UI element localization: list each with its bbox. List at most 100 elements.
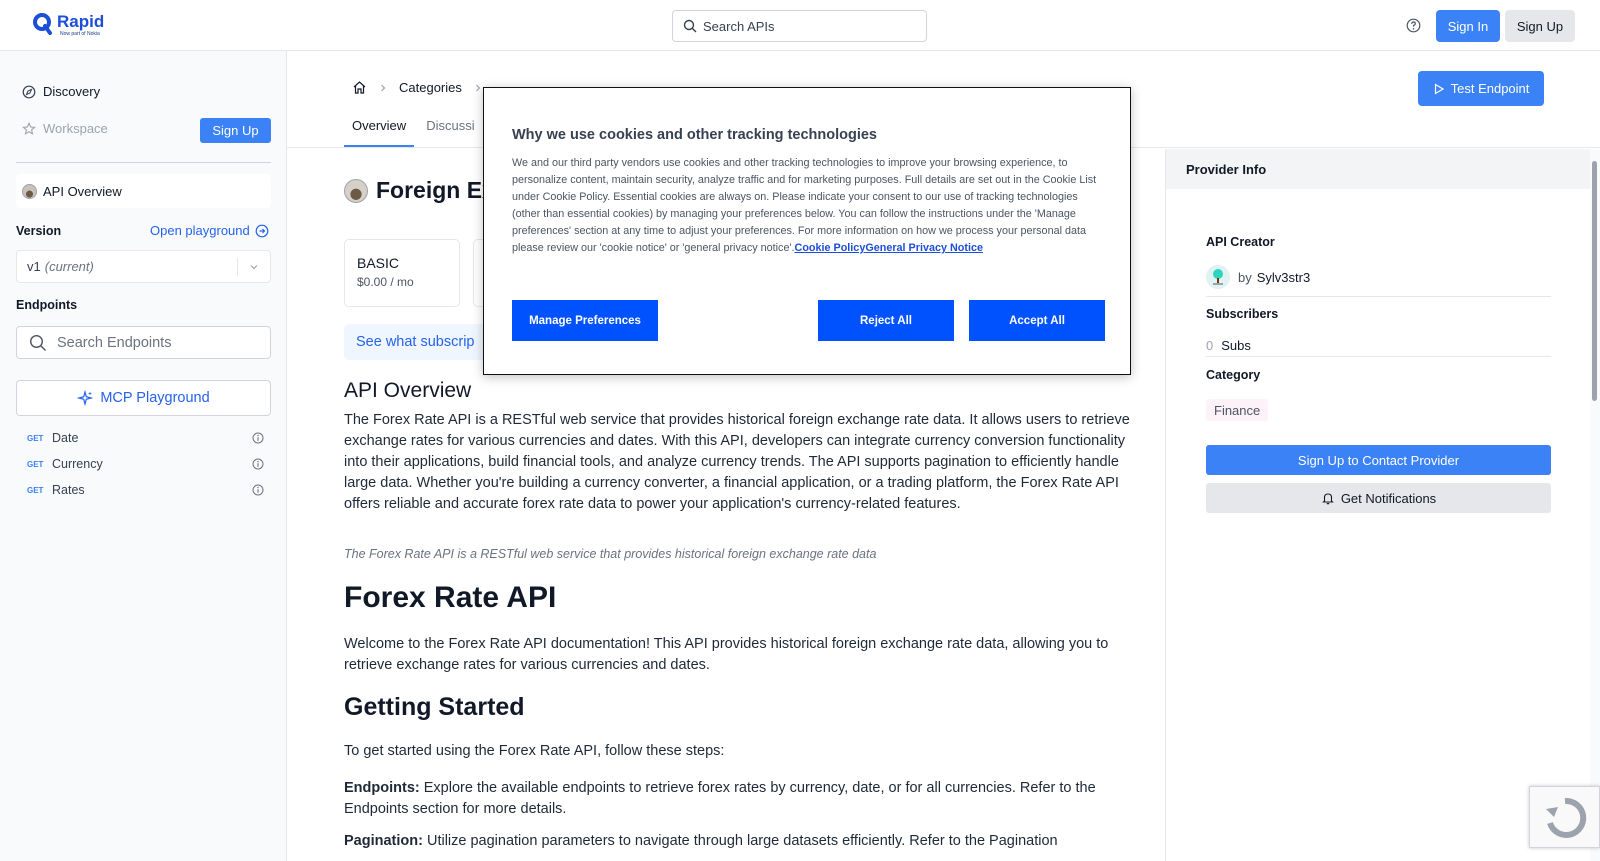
getting-started-heading: Getting Started [344,693,525,721]
search-icon [29,334,46,351]
contact-provider-button[interactable]: Sign Up to Contact Provider [1206,445,1551,475]
search-apis-placeholder: Search APIs [703,18,775,34]
privacy-notice-link[interactable]: General Privacy Notice [865,242,983,254]
endpoint-item-date[interactable]: GET Date [27,431,264,445]
info-icon[interactable] [252,484,264,496]
api-avatar [22,183,37,199]
recaptcha-badge[interactable] [1529,786,1600,848]
rapid-logo[interactable]: Rapid Now part of Nokia [33,13,104,38]
bell-icon [1321,493,1334,505]
info-icon[interactable] [252,458,264,470]
doc-title: Forex Rate API [344,581,557,614]
reject-all-button[interactable]: Reject All [818,300,954,341]
sidebar-item-discovery[interactable]: Discovery [22,84,100,99]
home-icon[interactable] [352,80,367,95]
plan-price: $0.00 / mo [357,275,414,289]
endpoints-step-label: Endpoints: [344,780,420,796]
cookie-text: We and our third party vendors use cooki… [512,157,1097,254]
divider [1206,296,1551,297]
subscriptions-link[interactable]: See what subscrip [344,324,504,360]
get-notifications-label: Get Notifications [1340,490,1437,506]
search-icon [683,19,697,33]
version-value: v1 [27,259,41,274]
api-title-text: Foreign Ex [376,177,495,203]
overview-caption: The Forex Rate API is a RESTful web serv… [344,547,877,561]
rapid-logo-icon [33,13,53,35]
endpoint-name: Rates [52,483,85,497]
sidebar-item-workspace[interactable]: Workspace [22,121,108,136]
compass-icon [22,85,36,98]
overview-text: The Forex Rate API is a RESTful web serv… [344,412,1130,512]
recaptcha-icon [1546,797,1587,838]
subs-number: 0 [1206,338,1214,353]
accept-all-button[interactable]: Accept All [969,300,1105,341]
endpoint-name: Date [52,431,79,445]
info-icon[interactable] [252,432,264,444]
plan-name: BASIC [357,255,400,271]
scrollbar[interactable] [1590,149,1600,861]
breadcrumb: Categories [352,80,494,95]
sidebar-item-label: API Overview [43,183,122,199]
creator-by: by [1238,269,1252,285]
endpoint-method: GET [27,433,44,443]
get-notifications-button[interactable]: Get Notifications [1206,483,1551,513]
logo-subtitle: Now part of Nokia [60,31,100,37]
sign-in-button[interactable]: Sign In [1436,10,1500,42]
api-creator[interactable]: by Sylv3str3 [1206,265,1310,289]
sparkle-icon [77,390,94,406]
endpoint-item-rates[interactable]: GET Rates [27,483,264,497]
sidebar-item-api-overview[interactable]: API Overview [16,174,271,208]
sidebar-sign-up-button[interactable]: Sign Up [200,118,271,143]
play-icon [1434,82,1444,95]
mcp-playground-button[interactable]: MCP Playground [16,380,271,416]
subscribers-label: Subscribers [1206,307,1279,321]
tab-overview[interactable]: Overview [344,114,415,147]
star-icon [22,121,36,135]
help-icon[interactable] [1406,18,1421,33]
provider-info-header: Provider Info [1166,149,1590,189]
chevron-right-icon [475,84,481,91]
logo-name: Rapid [57,12,105,31]
endpoint-name: Currency [52,457,103,471]
manage-preferences-button[interactable]: Manage Preferences [512,300,658,341]
version-select[interactable]: v1 (current) [16,250,271,283]
arrow-right-circle-icon [255,224,269,237]
category-label: Category [1206,368,1261,382]
breadcrumb-categories[interactable]: Categories [399,80,462,95]
endpoint-method: GET [27,459,44,469]
cookie-consent-dialog: Why we use cookies and other tracking te… [483,87,1131,375]
subs-unit: Subs [1221,338,1251,353]
welcome-text: Welcome to the Forex Rate API documentat… [344,636,1109,673]
open-playground-label: Open playground [150,223,250,238]
select-separator [237,258,238,276]
steps-intro: To get started using the Forex Rate API,… [344,743,725,759]
endpoint-item-currency[interactable]: GET Currency [27,457,264,471]
endpoints-label: Endpoints [16,298,78,312]
subscribers-count: 0 Subs [1206,338,1251,353]
api-creator-label: API Creator [1206,235,1275,249]
creator-avatar [1206,265,1230,289]
cookie-body: We and our third party vendors use cooki… [512,155,1102,257]
plan-card-basic[interactable]: BASIC $0.00 / mo [344,239,460,307]
version-current: (current) [44,259,94,274]
endpoints-step: Endpoints: Explore the available endpoin… [344,778,1144,820]
pagination-step: Pagination: Utilize pagination parameter… [344,831,1144,852]
cookie-title: Why we use cookies and other tracking te… [512,127,877,143]
cookie-policy-link[interactable]: Cookie Policy [795,242,866,254]
creator-name: Sylv3str3 [1256,269,1311,285]
pagination-step-label: Pagination: [344,833,423,849]
version-label: Version [16,224,62,238]
category-tag[interactable]: Finance [1206,399,1269,421]
tab-bar: Overview Discussi [344,114,487,147]
sign-up-button[interactable]: Sign Up [1505,10,1575,42]
search-apis-input[interactable]: Search APIs [672,10,927,42]
tab-discussions[interactable]: Discussi [418,114,482,147]
open-playground-link[interactable]: Open playground [150,223,269,238]
scroll-thumb[interactable] [1592,161,1597,401]
chevron-right-icon [381,84,386,91]
search-endpoints-input[interactable]: Search Endpoints [16,326,271,359]
pagination-step-text: Utilize pagination parameters to navigat… [422,833,1058,849]
divider [1206,356,1551,357]
test-endpoint-button[interactable]: Test Endpoint [1418,71,1544,106]
api-avatar [344,178,368,203]
